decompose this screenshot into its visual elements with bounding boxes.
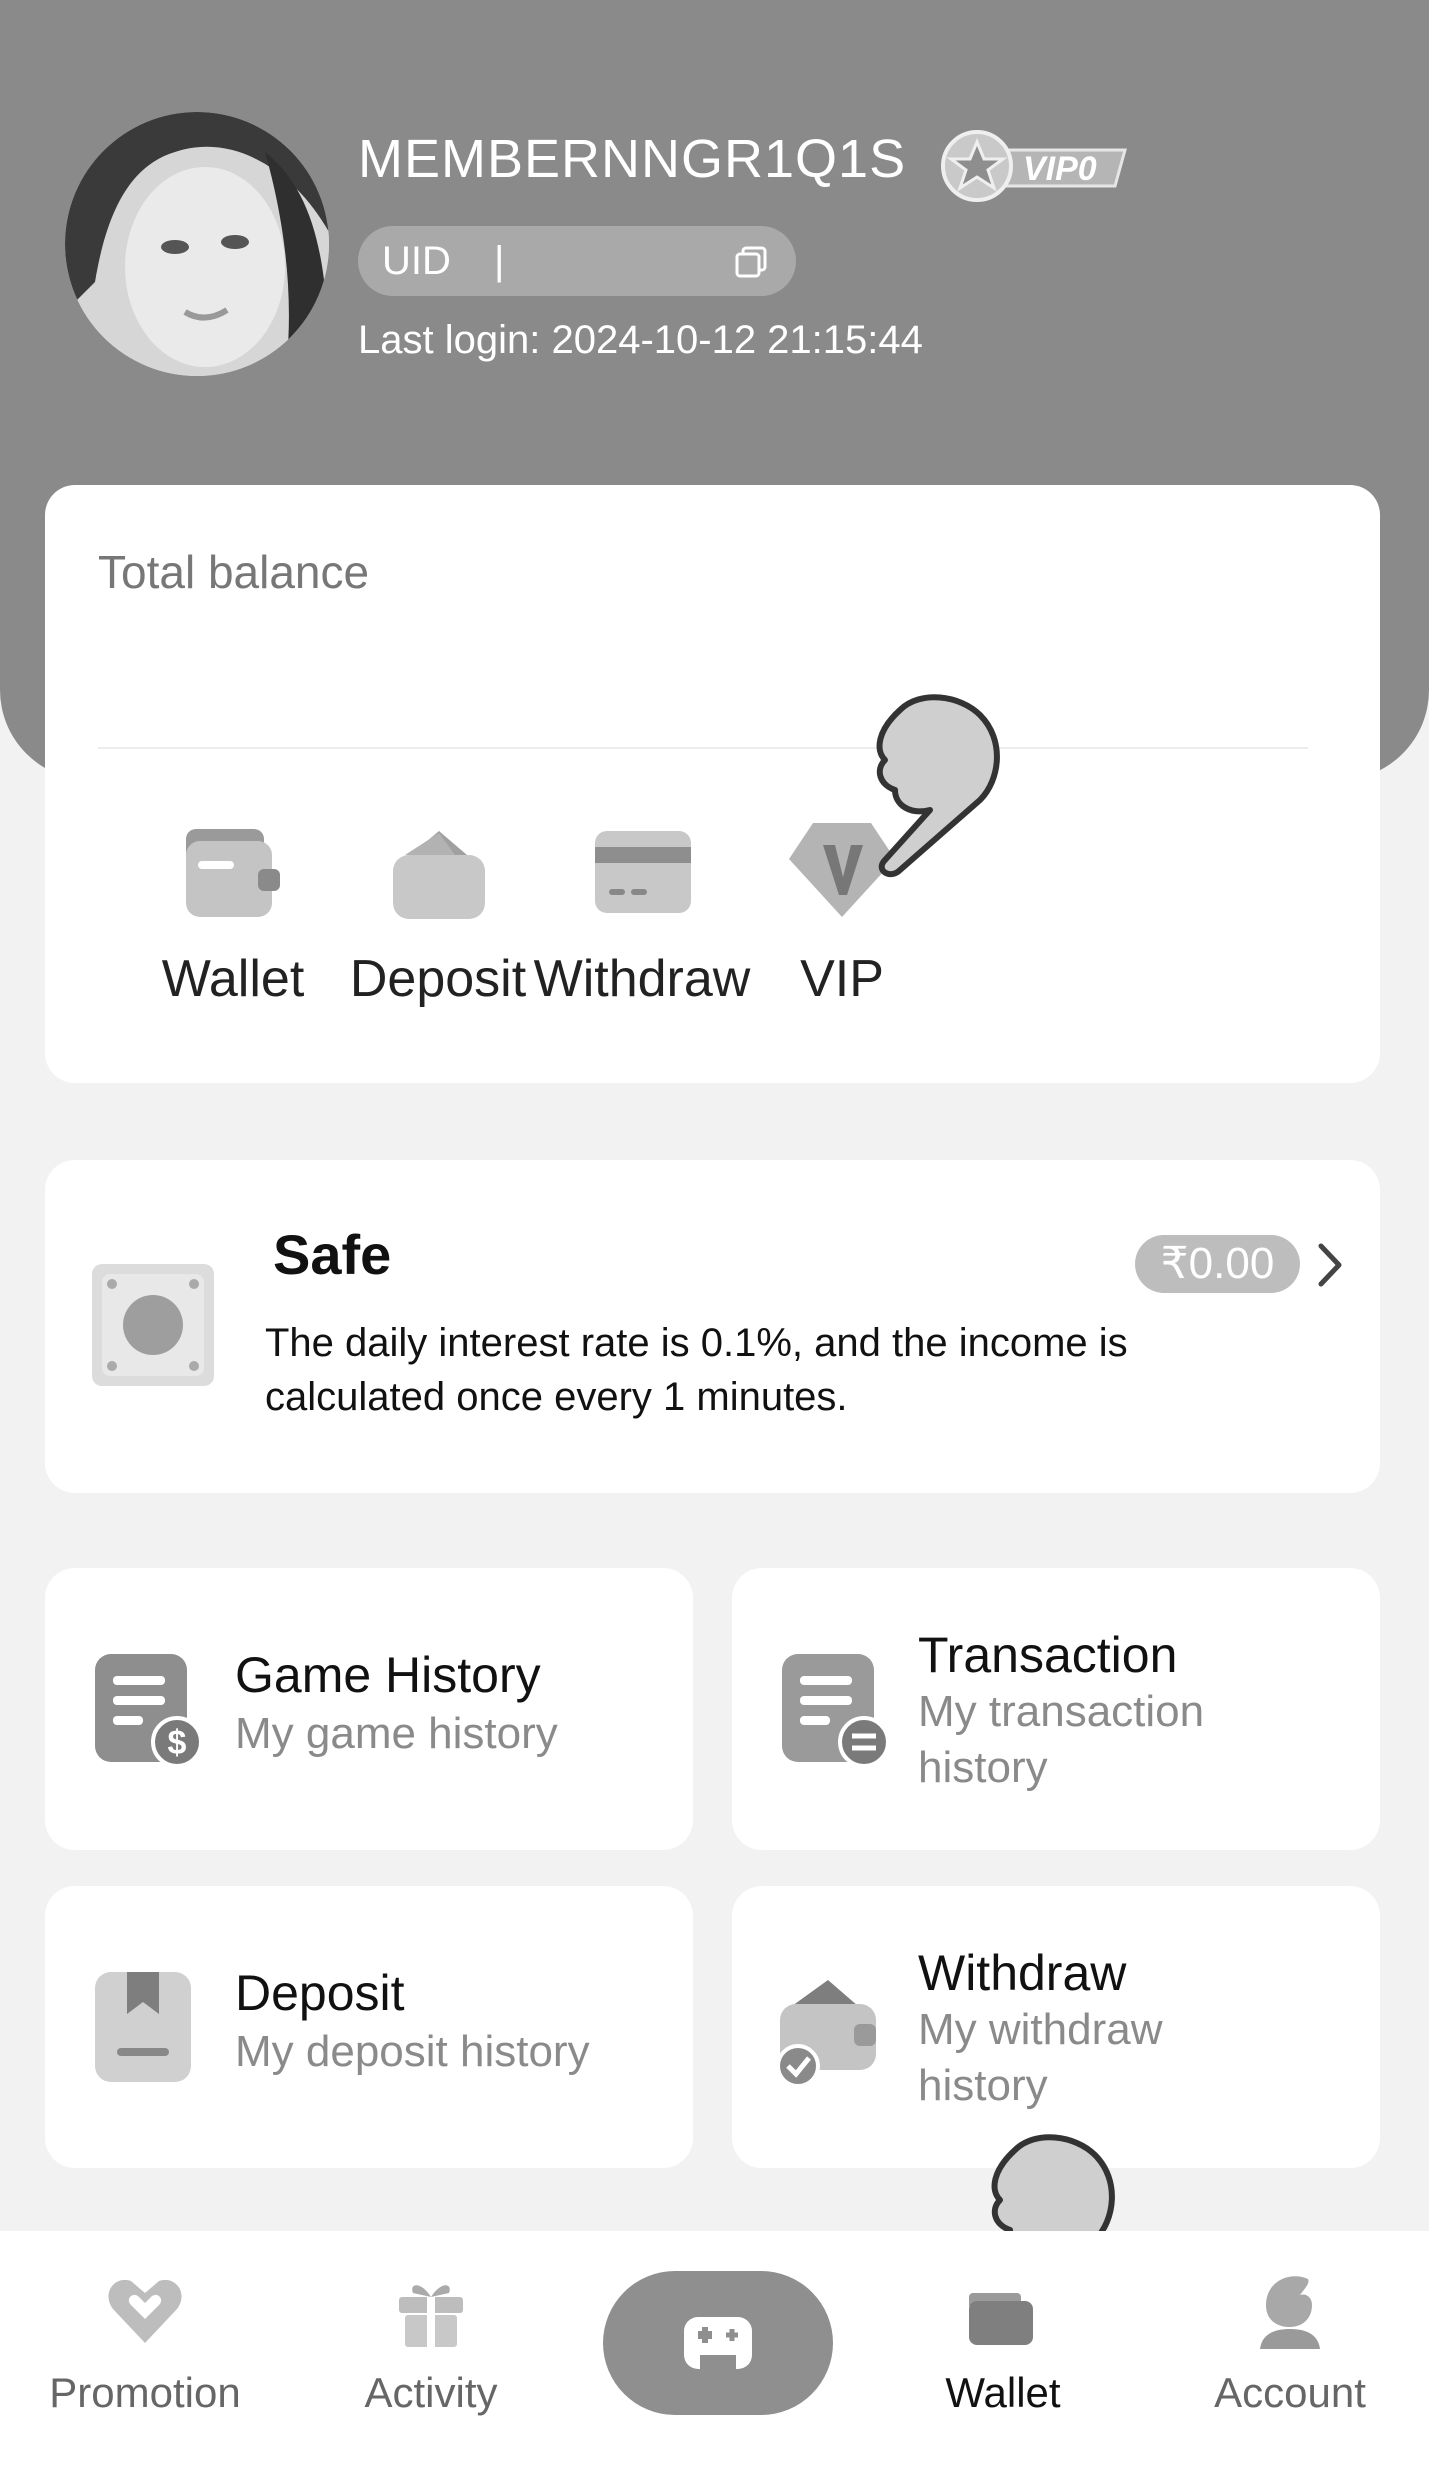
last-login: Last login: 2024-10-12 21:15:44 bbox=[358, 318, 923, 362]
history-subtitle: My game history bbox=[235, 1709, 558, 1758]
history-title: Deposit bbox=[235, 1965, 405, 2021]
bottom-tab-bar: Promotion Activity Wallet Account bbox=[0, 2231, 1429, 2479]
safe-box-icon bbox=[92, 1264, 214, 1386]
tab-account[interactable]: Account bbox=[1180, 2271, 1400, 2417]
vip-badge[interactable]: VIP0 bbox=[935, 128, 1130, 204]
history-subtitle: My transaction history bbox=[918, 1687, 1205, 1792]
total-balance-label: Total balance bbox=[98, 546, 370, 598]
transaction-card[interactable]: Transaction My transaction history bbox=[732, 1568, 1380, 1850]
uid-label: UID bbox=[382, 239, 451, 283]
promotion-icon bbox=[108, 2279, 182, 2343]
gift-icon bbox=[399, 2285, 463, 2347]
deposit-history-card[interactable]: Deposit My deposit history bbox=[45, 1886, 693, 2168]
game-history-icon: $ bbox=[95, 1654, 203, 1768]
copy-icon[interactable] bbox=[734, 245, 768, 279]
safe-card[interactable]: Safe ₹0.00 The daily interest rate is 0.… bbox=[45, 1160, 1380, 1493]
uid-separator: | bbox=[494, 239, 505, 283]
divider bbox=[98, 747, 1308, 749]
tab-promotion[interactable]: Promotion bbox=[35, 2271, 255, 2417]
history-subtitle: My withdraw history bbox=[918, 2005, 1163, 2110]
history-subtitle: My deposit history bbox=[235, 2027, 590, 2076]
history-title: Transaction bbox=[918, 1627, 1178, 1683]
vip-badge-label: VIP0 bbox=[1023, 150, 1097, 188]
pointer-hand-icon bbox=[876, 694, 1000, 878]
withdraw-history-card[interactable]: Withdraw My withdraw history bbox=[732, 1886, 1380, 2168]
tab-label: Promotion bbox=[49, 2369, 241, 2416]
account-icon bbox=[1260, 2276, 1320, 2349]
tab-label: Activity bbox=[364, 2369, 498, 2416]
uid-pill: UID | bbox=[358, 226, 796, 296]
avatar-photo bbox=[65, 112, 329, 376]
game-history-card[interactable]: $ Game History My game history bbox=[45, 1568, 693, 1850]
gamepad-icon bbox=[684, 2317, 752, 2369]
balance-card: Total balance Wallet Deposit Withdraw VI… bbox=[45, 485, 1380, 1083]
tab-label: Wallet bbox=[945, 2369, 1061, 2416]
wallet-icon bbox=[969, 2293, 1033, 2345]
deposit-history-icon bbox=[95, 1972, 191, 2082]
chevron-right-icon[interactable] bbox=[1315, 1240, 1345, 1290]
vip-action-label: VIP bbox=[800, 950, 884, 1008]
avatar[interactable] bbox=[65, 112, 329, 376]
wallet-icon bbox=[186, 829, 280, 917]
tab-wallet[interactable]: Wallet bbox=[893, 2271, 1113, 2417]
deposit-icon bbox=[393, 831, 485, 919]
tab-label: Account bbox=[1214, 2369, 1366, 2416]
game-center-button[interactable] bbox=[603, 2271, 833, 2415]
safe-amount-badge: ₹0.00 bbox=[1135, 1235, 1300, 1293]
withdraw-history-icon bbox=[776, 1980, 876, 2088]
tab-activity[interactable]: Activity bbox=[321, 2271, 541, 2417]
history-title: Withdraw bbox=[918, 1945, 1127, 2001]
safe-description: The daily interest rate is 0.1%, and the… bbox=[265, 1321, 1128, 1419]
history-title: Game History bbox=[235, 1647, 541, 1703]
svg-text:$: $ bbox=[168, 1724, 187, 1762]
safe-title: Safe bbox=[273, 1223, 392, 1286]
vip-rank-icon: VIP0 bbox=[941, 130, 1127, 202]
transaction-icon bbox=[782, 1654, 890, 1768]
withdraw-card-icon bbox=[595, 831, 691, 913]
username: MEMBERNNGR1Q1S bbox=[358, 129, 907, 189]
